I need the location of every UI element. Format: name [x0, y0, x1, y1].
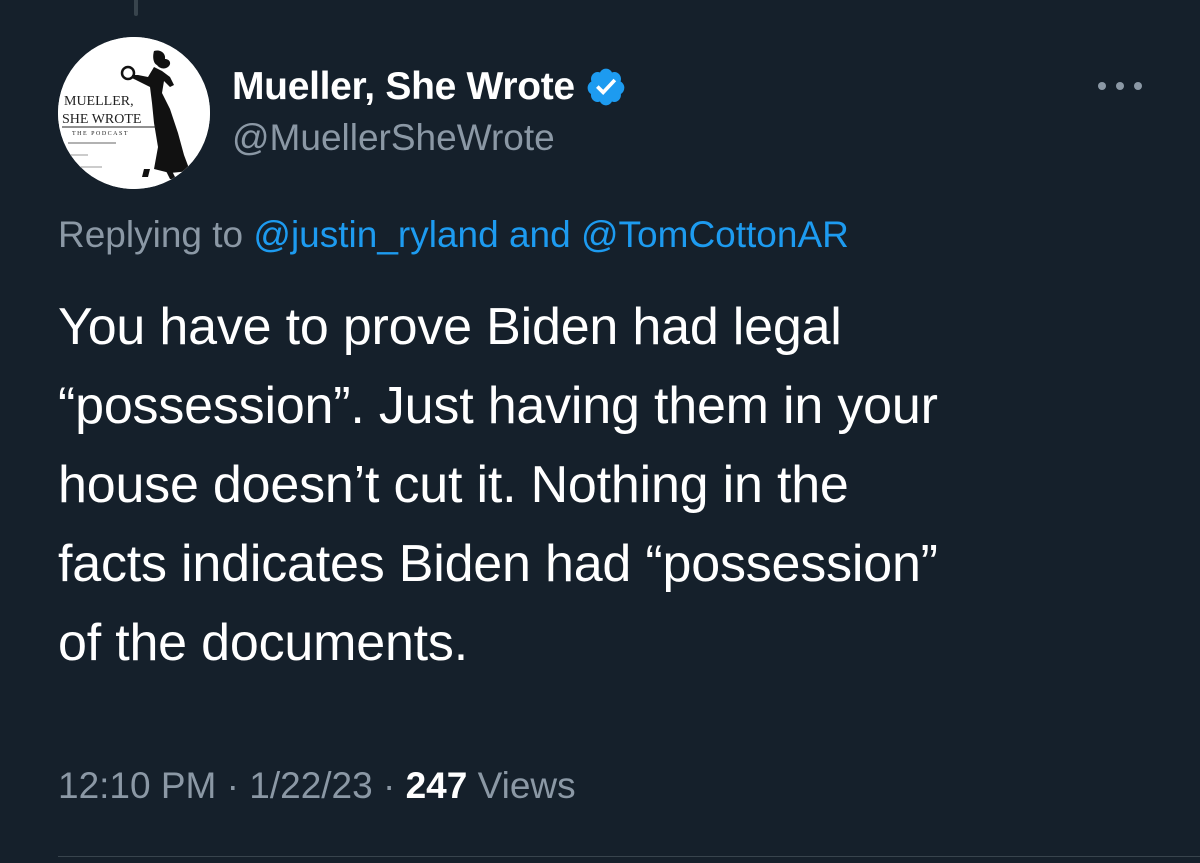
author-handle[interactable]: @MuellerSheWrote: [232, 117, 555, 159]
replying-prefix: Replying to: [58, 214, 254, 255]
more-dot: [1098, 82, 1106, 90]
more-dot: [1134, 82, 1142, 90]
more-dot: [1116, 82, 1124, 90]
thread-connector-line: [134, 0, 138, 16]
tweet-text-line: of the documents.: [58, 614, 468, 672]
logo-text-line2: SHE WROTE: [62, 112, 141, 127]
replying-to-line: Replying to @justin_ryland and @TomCotto…: [58, 214, 849, 256]
verified-badge-icon: [587, 68, 625, 106]
tweet-text-line: facts indicates Biden had “possession”: [58, 535, 938, 593]
tweet-text-line: house doesn’t cut it. Nothing in the: [58, 456, 849, 514]
more-options-icon[interactable]: [1098, 76, 1142, 96]
tweet-text-line: “possession”. Just having them in your: [58, 377, 938, 435]
display-name[interactable]: Mueller, She Wrote: [232, 65, 575, 109]
logo-text-line1: MUELLER,: [64, 94, 134, 109]
views-label: Views: [467, 765, 576, 806]
meta-separator: ·: [216, 765, 250, 806]
tweet-time[interactable]: 12:10 PM: [58, 765, 216, 806]
views-count[interactable]: 247: [406, 765, 468, 806]
meta-separator: ·: [372, 765, 406, 806]
divider: [58, 856, 1200, 857]
logo-subtitle: THE PODCAST: [72, 131, 129, 137]
tweet-text-line: You have to prove Biden had legal: [58, 298, 842, 356]
tweet-meta: 12:10 PM · 1/22/23 · 247 Views: [58, 765, 576, 807]
tweet-date[interactable]: 1/22/23: [249, 765, 372, 806]
reply-connector: and: [498, 214, 581, 255]
avatar[interactable]: MUELLER, SHE WROTE THE PODCAST: [58, 37, 210, 189]
reply-user-link-1[interactable]: @justin_ryland: [253, 214, 498, 255]
author-name-row[interactable]: Mueller, She Wrote: [232, 62, 627, 112]
tweet-text: You have to prove Biden had legal “posse…: [58, 288, 1158, 683]
podcast-logo-icon: MUELLER, SHE WROTE THE PODCAST: [58, 37, 210, 189]
reply-user-link-2[interactable]: @TomCottonAR: [581, 214, 849, 255]
